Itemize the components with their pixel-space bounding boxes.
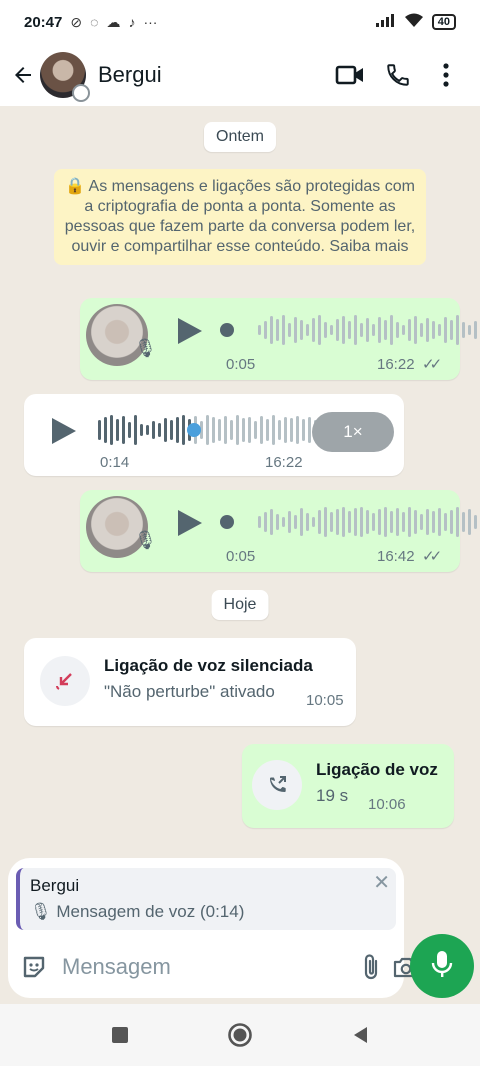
message-time: 16:42 [377,548,415,565]
mic-icon: 🎙 [30,902,52,921]
call-subtitle: 19 s [316,786,349,805]
voice-duration: 0:05 [226,548,256,565]
call-title: Ligação de voz silenciada [104,656,313,675]
signal-icon [375,13,396,31]
play-icon[interactable] [178,318,202,344]
recents-button[interactable] [100,1015,140,1055]
home-button[interactable] [220,1015,260,1055]
clock: 20:47 [24,13,63,31]
encryption-notice[interactable]: 🔒 As mensagens e ligações são protegidas… [54,169,426,265]
reply-sender: Bergui [30,876,80,895]
lock-icon: 🔒 [65,178,85,195]
whatsapp-icon: ◌ [90,13,99,30]
message-time: 10:06 [368,796,406,813]
call-log-outgoing[interactable]: Ligação de voz 19 s 10:06 [242,744,454,828]
cloud-icon: ☁ [106,13,121,30]
mic-icon: 🎙 [134,530,157,550]
play-icon[interactable] [178,510,202,536]
reply-preview[interactable]: Bergui 🎙 Mensagem de voz (0:14) [16,868,396,930]
video-call-icon[interactable] [326,51,374,99]
close-icon[interactable]: ✕ [373,870,390,895]
status-bar: 20:47 ⊘ ◌ ☁ ♪ ··· 40 [0,0,480,44]
encryption-text: As mensagens e ligações são protegidas c… [64,178,416,255]
reply-content: 🎙 Mensagem de voz (0:14) [30,902,386,922]
reply-text: Mensagem de voz (0:14) [56,902,245,921]
back-button[interactable] [340,1015,380,1055]
dnd-icon: ⊘ [70,13,83,30]
battery-icon: 40 [431,14,456,30]
missed-call-icon [40,656,90,706]
playback-speed-button[interactable]: 1× [312,412,394,452]
voice-message-outgoing[interactable]: 🎙 0:05 16:42 ✓✓ [80,490,477,572]
back-arrow-icon[interactable] [10,62,36,88]
message-list[interactable]: Ontem 🔒 As mensagens e ligações são prot… [0,106,480,856]
read-receipt-icon: ✓✓ [422,548,442,565]
message-input[interactable] [62,954,350,980]
read-receipt-icon: ✓✓ [422,356,442,373]
chat-header: Bergui [0,44,480,106]
menu-icon[interactable] [422,51,470,99]
message-time: 16:22 [265,454,303,471]
avatar[interactable] [40,52,90,102]
mic-icon: 🎙 [134,338,157,358]
message-time: 16:22 [377,356,415,373]
voice-message-outgoing[interactable]: 🎙 0:05 16:22 ✓✓ [80,298,477,380]
call-log-incoming[interactable]: Ligação de voz silenciada "Não perturbe"… [24,638,356,726]
date-chip: Ontem [203,122,277,152]
record-voice-button[interactable] [410,934,474,998]
seek-knob[interactable] [220,323,234,337]
sticker-icon[interactable] [20,951,48,983]
contact-name[interactable]: Bergui [98,62,326,88]
voice-duration: 0:05 [226,356,256,373]
status-badge [72,84,90,102]
seek-knob[interactable] [187,423,201,437]
date-chip: Hoje [211,590,269,620]
voice-call-icon[interactable] [374,51,422,99]
attach-icon[interactable] [360,947,382,987]
voice-duration: 0:14 [100,454,130,471]
call-subtitle: "Não perturbe" ativado [104,682,275,701]
waveform[interactable] [98,413,341,447]
message-time: 10:05 [306,692,344,709]
play-icon[interactable] [52,418,76,444]
system-nav-bar [0,1004,480,1066]
more-notifications-icon: ··· [143,13,158,30]
composer: Bergui 🎙 Mensagem de voz (0:14) ✕ [8,858,419,998]
mic-icon [431,949,453,984]
call-title: Ligação de voz [316,760,438,779]
outgoing-call-icon [252,760,302,810]
seek-knob[interactable] [220,515,234,529]
waveform[interactable] [258,505,480,539]
voice-message-incoming[interactable]: 1× 0:14 16:22 [24,394,404,476]
waveform[interactable] [258,313,480,347]
tiktok-icon: ♪ [128,13,136,30]
wifi-icon [404,12,424,32]
